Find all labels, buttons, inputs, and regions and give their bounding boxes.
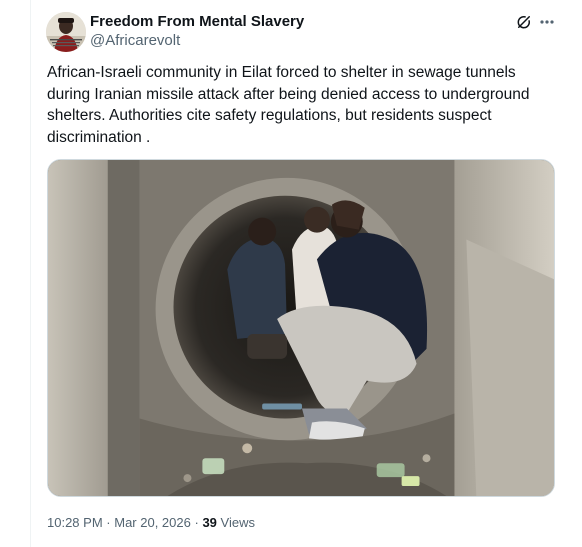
views-count: 39 [202, 515, 217, 530]
tweet-photo[interactable] [47, 159, 555, 497]
more-icon[interactable] [537, 12, 557, 32]
views-label: Views [220, 515, 255, 530]
tweet-card[interactable]: Freedom From Mental Slavery @Africarevol… [30, 0, 582, 547]
author-avatar[interactable] [46, 12, 86, 52]
portrait-avatar-icon [46, 12, 86, 52]
photo-people-crouching-in-tunnel-icon [48, 160, 554, 496]
tweet-timestamp-time[interactable]: 10:28 PM [47, 515, 103, 530]
meta-separator-2: · [194, 515, 199, 530]
grok-icon[interactable] [515, 13, 533, 31]
tweet-meta: 10:28 PM · Mar 20, 2026 · 39 Views [47, 514, 255, 532]
meta-separator: · [106, 515, 111, 530]
tweet-timestamp-date[interactable]: Mar 20, 2026 [114, 515, 191, 530]
tweet-text: African-Israeli community in Eilat force… [47, 64, 530, 146]
author-display-name[interactable]: Freedom From Mental Slavery [90, 12, 304, 32]
author-handle[interactable]: @Africarevolt [90, 31, 180, 51]
